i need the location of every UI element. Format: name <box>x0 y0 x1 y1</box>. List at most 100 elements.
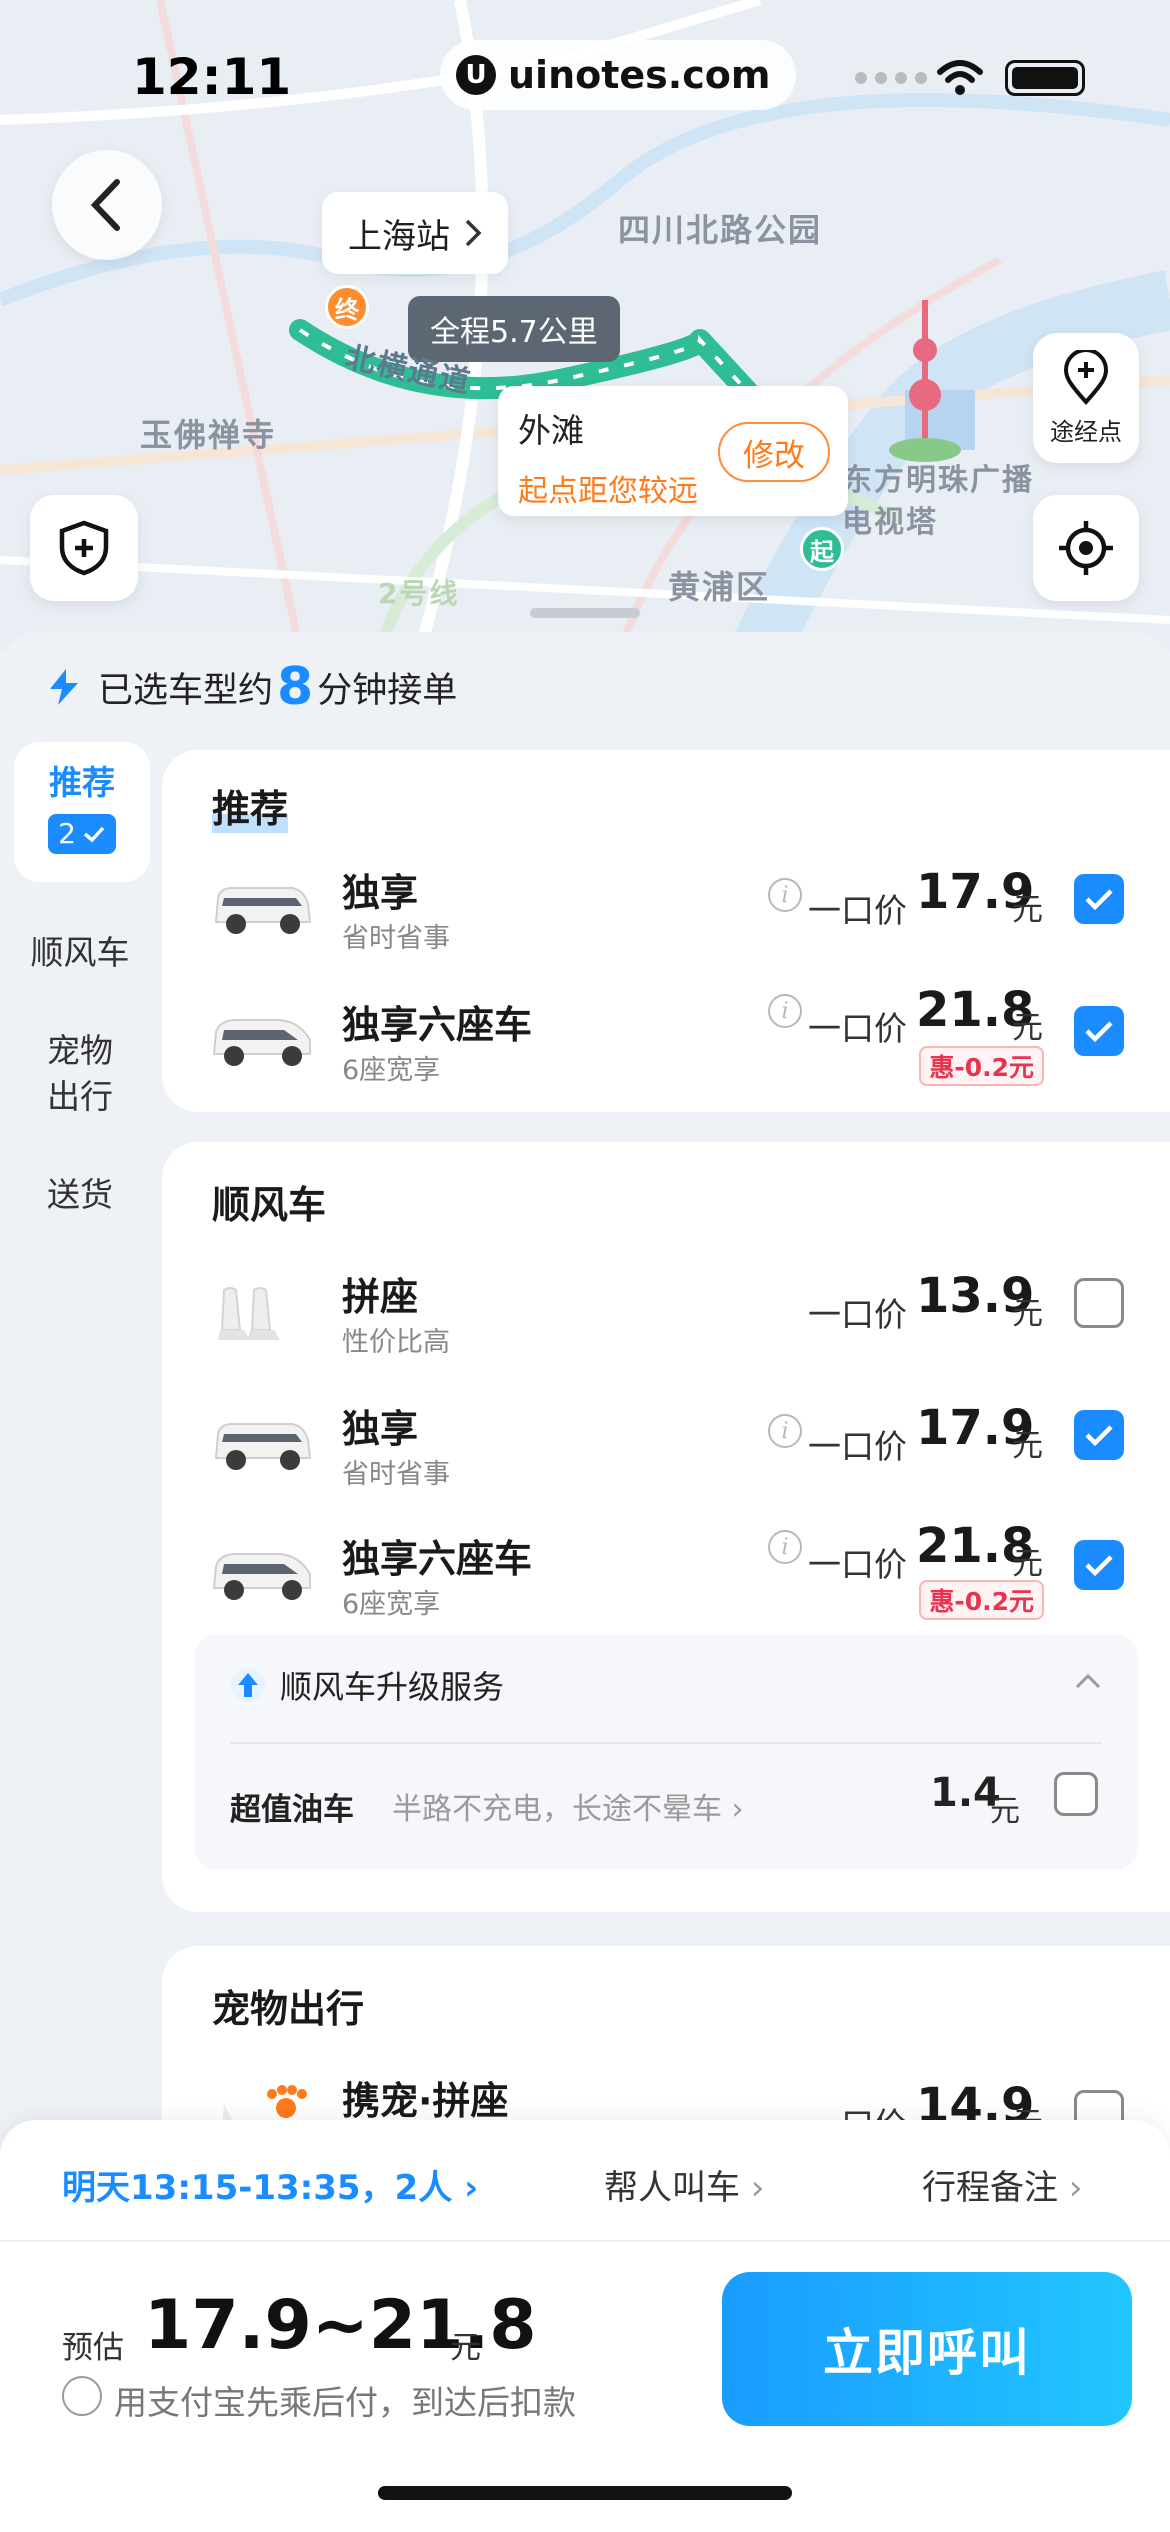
list-item[interactable]: 拼座 性价比高 一口价 13.9 元 <box>162 1266 1170 1376</box>
site-name: uinotes.com <box>508 53 771 97</box>
list-item[interactable]: 独享 省时省事 i 一口价 17.9 元 <box>162 1398 1170 1508</box>
end-pin-icon: 终 <box>325 285 369 329</box>
price-label: 一口价 <box>808 891 907 930</box>
alipay-radio[interactable] <box>62 2376 102 2416</box>
map-label-huangpu: 黄浦区 <box>668 568 771 606</box>
trip-note-label: 行程备注 <box>922 2168 1058 2208</box>
sidebar-item-recommend[interactable]: 推荐 2 <box>14 742 150 882</box>
list-item[interactable]: 独享六座车 6座宽享 i 一口价 21.8 元 惠-0.2元 <box>162 982 1170 1104</box>
departure-time-selector[interactable]: 明天13:15-13:35，2人 › <box>62 2160 478 2209</box>
waypoint-button[interactable]: 途经点 <box>1033 333 1139 463</box>
list-item[interactable]: 独享六座车 6座宽享 i 一口价 21.8 元 惠-0.2元 <box>162 1518 1170 1638</box>
ride-name: 独享六座车 <box>342 1537 533 1581</box>
upgrade-item-desc: 半路不充电，长途不晕车 <box>392 1792 722 1827</box>
eta-prefix: 已选车型约 <box>98 670 274 711</box>
call-for-others-button[interactable]: 帮人叫车 › <box>604 2160 764 2209</box>
add-waypoint-icon <box>1063 349 1109 405</box>
call-for-others-label: 帮人叫车 <box>604 2168 740 2208</box>
info-icon[interactable]: i <box>768 1414 802 1448</box>
sidebar-item-delivery[interactable]: 送货 <box>0 1172 160 1218</box>
discount-badge: 惠-0.2元 <box>919 1580 1044 1620</box>
upgrade-item-desc-link[interactable]: 半路不充电，长途不晕车 › <box>392 1784 744 1828</box>
info-icon[interactable]: i <box>768 994 802 1028</box>
chevron-right-icon: › <box>464 2168 479 2208</box>
locate-button[interactable] <box>1033 495 1139 601</box>
call-now-button[interactable]: 立即呼叫 <box>722 2272 1132 2426</box>
price-unit: 元 <box>1012 892 1043 928</box>
select-checkbox[interactable] <box>1074 1410 1124 1460</box>
ride-name: 独享 <box>342 1407 419 1451</box>
check-icon <box>1085 889 1113 911</box>
locate-icon <box>1059 521 1113 575</box>
selected-count: 2 <box>58 817 76 850</box>
upgrade-arrow-icon <box>231 1668 265 1702</box>
chevron-right-icon: › <box>731 1792 744 1827</box>
price-unit: 元 <box>1012 1546 1043 1582</box>
site-watermark: U uinotes.com <box>440 40 797 110</box>
wifi-icon <box>937 60 983 95</box>
check-icon <box>1085 1425 1113 1447</box>
car-icon <box>214 1423 312 1470</box>
sidebar-item-carpool[interactable]: 顺风车 <box>0 930 160 976</box>
sidebar-item-label: 推荐 <box>49 763 115 802</box>
divider <box>230 1742 1102 1744</box>
ride-subtitle: 性价比高 <box>342 1327 450 1358</box>
select-checkbox[interactable] <box>1074 1540 1124 1590</box>
recommend-card: 推荐 独享 省时省事 i 一口价 17.9 元 独享六座车 6座宽享 i 一口价… <box>162 750 1170 1112</box>
waypoint-label: 途经点 <box>1050 417 1122 446</box>
price-unit: 元 <box>1012 1010 1043 1046</box>
ride-subtitle: 6座宽享 <box>342 1589 441 1620</box>
chevron-right-icon: › <box>750 2168 765 2208</box>
select-checkbox[interactable] <box>1074 874 1124 924</box>
alipay-label[interactable]: 用支付宝先乘后付，到达后扣款 <box>114 2376 576 2424</box>
van-icon <box>212 1019 311 1066</box>
upgrade-item-name: 超值油车 <box>230 1792 354 1828</box>
check-icon <box>1085 1021 1113 1043</box>
clock: 12:11 <box>132 48 292 106</box>
check-icon <box>83 826 105 843</box>
info-icon[interactable]: i <box>768 878 802 912</box>
battery-icon <box>1005 60 1085 96</box>
back-button[interactable] <box>52 150 162 260</box>
list-item[interactable]: 独享 省时省事 i 一口价 17.9 元 <box>162 862 1170 972</box>
map-view[interactable]: 12:11 U uinotes.com 上海站 终 起 全程5.7公里 四川北路… <box>0 0 1170 650</box>
select-checkbox[interactable] <box>1074 1006 1124 1056</box>
origin-card[interactable]: 外滩 起点距您较远 修改 <box>498 386 848 516</box>
eta-header: 已选车型约 8 分钟接单 <box>44 652 457 722</box>
safety-shield-icon <box>59 520 109 576</box>
info-icon[interactable]: i <box>768 1530 802 1564</box>
select-checkbox[interactable] <box>1074 1278 1124 1328</box>
selected-count-badge: 2 <box>48 814 116 854</box>
chevron-left-icon <box>90 179 120 231</box>
trip-note-button[interactable]: 行程备注 › <box>922 2160 1082 2209</box>
discount-badge: 惠-0.2元 <box>919 1046 1044 1086</box>
map-label-sichuan: 四川北路公园 <box>618 211 823 249</box>
car-icon <box>214 887 312 934</box>
upgrade-price-unit: 元 <box>990 1794 1020 1829</box>
upgrade-header[interactable]: 顺风车升级服务 <box>230 1662 504 1708</box>
check-icon <box>1085 1555 1113 1577</box>
price-label: 一口价 <box>808 1009 907 1048</box>
price-label: 一口价 <box>808 1427 907 1466</box>
eta-minutes: 8 <box>277 657 314 717</box>
chevron-right-icon: › <box>1068 2168 1083 2208</box>
estimate-unit: 元 <box>450 2330 481 2366</box>
carpool-title: 顺风车 <box>212 1183 327 1227</box>
sheet-drag-handle[interactable] <box>530 608 640 618</box>
chevron-up-icon[interactable] <box>1074 1672 1102 1690</box>
ride-subtitle: 省时省事 <box>342 1459 450 1490</box>
start-pin-icon: 起 <box>800 527 844 571</box>
destination-station-pill[interactable]: 上海站 <box>322 192 508 274</box>
recommend-title: 推荐 <box>212 778 289 833</box>
upgrade-checkbox[interactable] <box>1054 1772 1098 1816</box>
map-label-line2: 2号线 <box>378 577 460 610</box>
ride-name: 独享六座车 <box>342 1003 533 1047</box>
pet-title: 宠物出行 <box>212 1987 365 2031</box>
edit-origin-button[interactable]: 修改 <box>718 422 830 482</box>
sidebar-item-pet[interactable]: 宠物出行 <box>0 1028 160 1120</box>
safety-button[interactable] <box>30 495 138 601</box>
ride-name: 拼座 <box>342 1275 419 1319</box>
price-label: 一口价 <box>808 1295 907 1334</box>
status-bar: 12:11 U uinotes.com <box>0 40 1170 120</box>
price-unit: 元 <box>1012 1428 1043 1464</box>
